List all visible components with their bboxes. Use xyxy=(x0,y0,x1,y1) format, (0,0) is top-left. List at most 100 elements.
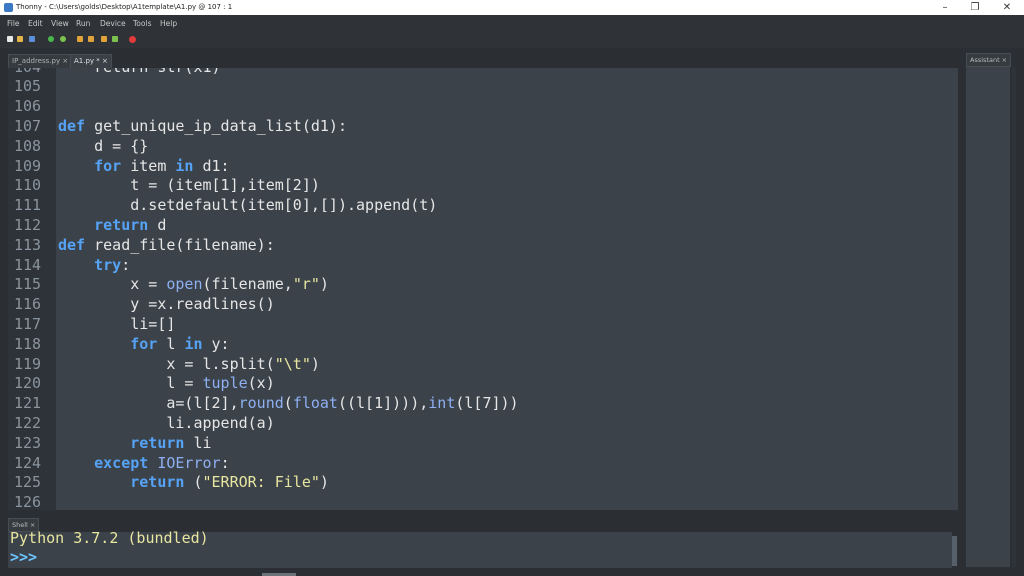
code-text: li.append(a) xyxy=(58,414,274,434)
title-bar: Thonny - C:\Users\golds\Desktop\A1templa… xyxy=(0,0,1024,15)
code-text: a=(l[2],round(float((l[1]))),int(l[7])) xyxy=(58,394,519,414)
shell-panel[interactable]: Python 3.7.2 (bundled) >>> xyxy=(8,529,952,568)
code-line[interactable]: 112 return d xyxy=(8,216,948,236)
line-number: 115 xyxy=(14,275,42,294)
code-line[interactable]: 116 y =x.readlines() xyxy=(8,295,948,315)
resume-icon[interactable] xyxy=(112,36,118,42)
code-token: d.setdefault(item[0],[]).append(t) xyxy=(58,196,438,215)
code-line[interactable]: 110 t = (item[1],item[2]) xyxy=(8,176,948,196)
menu-tools[interactable]: Tools xyxy=(133,15,151,32)
menu-bar: File Edit View Run Device Tools Help xyxy=(0,15,1024,32)
debug-icon[interactable] xyxy=(60,36,66,42)
code-text: t = (item[1],item[2]) xyxy=(58,176,320,196)
code-line[interactable]: 122 li.append(a) xyxy=(8,414,948,434)
code-line[interactable]: 123 return li xyxy=(8,434,948,454)
code-token: (l[7])) xyxy=(455,394,519,413)
line-number: 122 xyxy=(14,413,42,432)
menu-device[interactable]: Device xyxy=(100,15,126,32)
step-into-icon[interactable] xyxy=(88,36,94,42)
code-token-kw: in xyxy=(184,334,203,353)
code-line[interactable]: 106 xyxy=(8,97,948,117)
code-line[interactable]: 111 d.setdefault(item[0],[]).append(t) xyxy=(8,196,948,216)
menu-help[interactable]: Help xyxy=(160,15,177,32)
code-line[interactable]: 114 try: xyxy=(8,256,948,276)
code-token-kw: try xyxy=(94,255,122,274)
toolbar xyxy=(0,32,1024,48)
new-file-icon[interactable] xyxy=(7,36,13,42)
code-token-kw: return xyxy=(130,433,185,452)
line-number: 108 xyxy=(14,136,42,155)
code-token: x = l.split( xyxy=(58,354,275,373)
code-text: return d xyxy=(58,216,166,236)
maximize-button[interactable]: ❐ xyxy=(960,0,990,15)
code-token-kw: for xyxy=(130,334,158,353)
code-line[interactable]: 109 for item in d1: xyxy=(8,157,948,177)
code-text: y =x.readlines() xyxy=(58,295,275,315)
code-token: ( xyxy=(184,473,203,492)
minimize-button[interactable]: – xyxy=(930,0,960,15)
step-out-icon[interactable] xyxy=(101,36,107,42)
assistant-scrollbar[interactable] xyxy=(1012,67,1016,567)
code-text: try: xyxy=(58,256,130,276)
step-over-icon[interactable] xyxy=(77,36,83,42)
code-text: d.setdefault(item[0],[]).append(t) xyxy=(58,196,437,216)
line-number: 116 xyxy=(14,295,42,314)
code-line[interactable]: 108 d = {} xyxy=(8,137,948,157)
tab-a1[interactable]: A1.py * × xyxy=(70,54,112,68)
line-number: 126 xyxy=(14,493,42,510)
code-token-kw: def xyxy=(58,235,86,254)
menu-run[interactable]: Run xyxy=(76,15,90,32)
code-line[interactable]: 125 return ("ERROR: File") xyxy=(8,473,948,493)
code-token: : xyxy=(121,255,131,274)
menu-file[interactable]: File xyxy=(7,15,20,32)
code-token: l = xyxy=(58,374,203,393)
code-editor[interactable]: 104 return str(x1)105106107def get_uniqu… xyxy=(8,68,958,510)
code-token-bi: tuple xyxy=(202,374,248,393)
code-token-bi: float xyxy=(292,394,338,413)
menu-edit[interactable]: Edit xyxy=(28,15,43,32)
line-number: 114 xyxy=(14,255,42,274)
save-icon[interactable] xyxy=(29,36,35,42)
code-token: read_file(filename): xyxy=(85,235,275,254)
run-icon[interactable] xyxy=(48,36,54,42)
code-line[interactable]: 107 def get_unique_ip_data_list(d1): xyxy=(8,117,948,137)
code-token-bi: IOError xyxy=(157,453,221,472)
shell-prompt[interactable]: >>> xyxy=(10,548,37,567)
code-line[interactable]: 113 def read_file(filename): xyxy=(8,236,948,256)
code-token: get_unique_ip_data_list(d1): xyxy=(85,116,347,135)
line-number: 125 xyxy=(14,473,42,492)
code-token-bi: round xyxy=(238,394,284,413)
tab-assistant[interactable]: Assistant × xyxy=(966,53,1012,67)
code-line[interactable]: 124 except IOError: xyxy=(8,454,948,474)
code-line[interactable]: 104 return str(x1) xyxy=(8,68,948,77)
code-token-kw: return xyxy=(130,473,185,492)
open-file-icon[interactable] xyxy=(17,36,23,42)
code-token-st: "\t" xyxy=(274,354,311,373)
code-line[interactable]: 119 x = l.split("\t") xyxy=(8,355,948,375)
close-button[interactable]: ✕ xyxy=(992,0,1022,15)
code-token: d = {} xyxy=(58,136,149,155)
shell-version-text: Python 3.7.2 (bundled) xyxy=(10,529,209,547)
code-line[interactable]: 118 for l in y: xyxy=(8,335,948,355)
code-token: li xyxy=(184,433,212,452)
code-text: return str(x1) xyxy=(58,68,220,77)
code-token-kw: return xyxy=(94,215,149,234)
line-number: 123 xyxy=(14,433,42,452)
code-line[interactable]: 105 xyxy=(8,77,948,97)
line-number: 119 xyxy=(14,354,42,373)
code-line[interactable]: 126 xyxy=(8,493,948,510)
code-line[interactable]: 117 li=[] xyxy=(8,315,948,335)
code-line[interactable]: 120 l = tuple(x) xyxy=(8,374,948,394)
code-token: y: xyxy=(202,334,230,353)
code-line[interactable]: 115 x = open(filename,"r") xyxy=(8,275,948,295)
code-text: x = open(filename,"r") xyxy=(58,275,329,295)
code-line[interactable]: 121 a=(l[2],round(float((l[1]))),int(l[7… xyxy=(8,394,948,414)
menu-view[interactable]: View xyxy=(51,15,69,32)
tab-ip-address[interactable]: IP_address.py × xyxy=(8,54,73,68)
shell-scrollbar[interactable] xyxy=(952,536,957,566)
stop-icon[interactable] xyxy=(129,36,136,43)
code-token-kw: def xyxy=(58,116,86,135)
code-text: l = tuple(x) xyxy=(58,374,274,394)
